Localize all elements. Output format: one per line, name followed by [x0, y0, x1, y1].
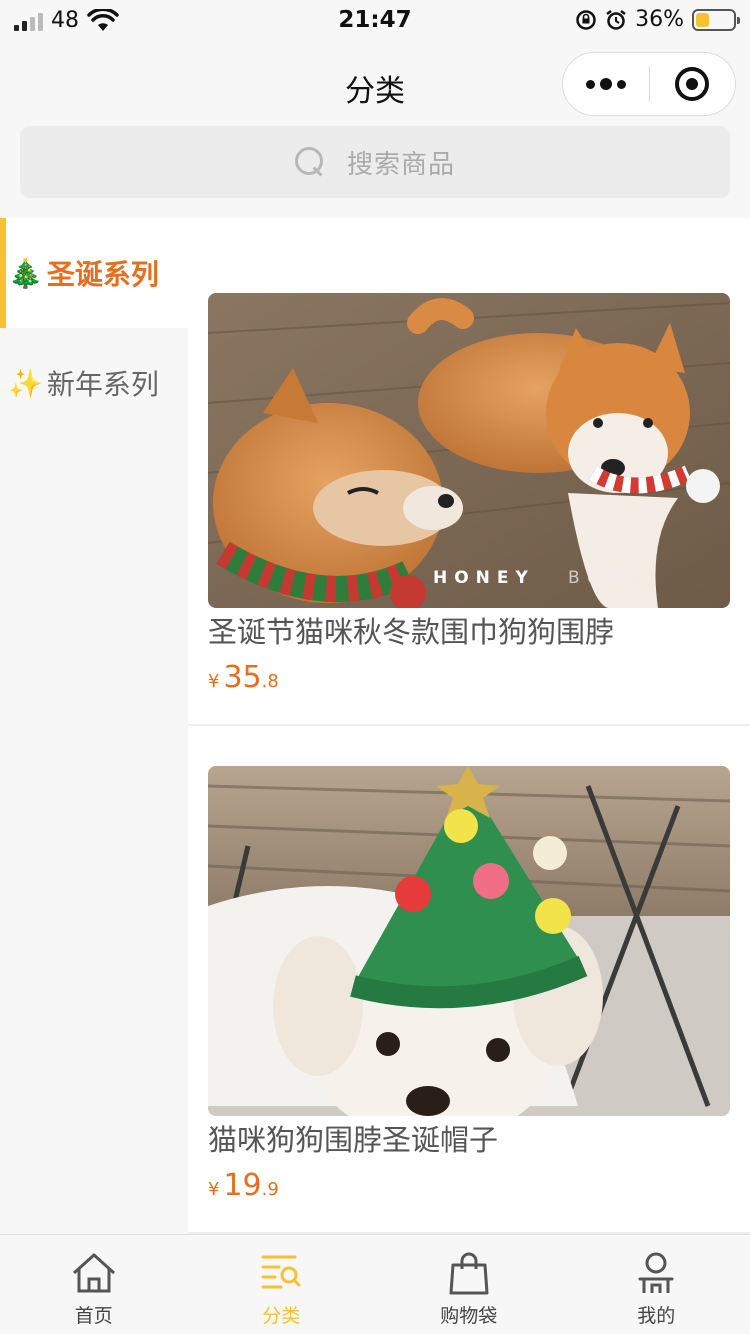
tab-profile[interactable]: 我的 — [563, 1235, 750, 1334]
product-price: ¥ 19 .9 — [208, 1168, 750, 1203]
product-image[interactable] — [208, 766, 730, 1116]
nav-bar: 分类 — [0, 44, 750, 124]
target-icon — [675, 67, 710, 101]
tab-category[interactable]: 分类 — [188, 1235, 376, 1334]
home-icon — [72, 1253, 115, 1293]
product-card[interactable]: 猫咪狗狗围脖圣诞帽子 ¥ 19 .9 — [188, 726, 750, 1234]
christmas-tree-icon: 🎄 — [8, 256, 43, 290]
category-icon — [261, 1255, 301, 1289]
price-decimal: .8 — [261, 671, 279, 692]
price-integer: 19 — [223, 1168, 262, 1203]
product-name[interactable]: 圣诞节猫咪秋冬款围巾狗狗围脖 — [208, 614, 750, 650]
battery-icon — [692, 8, 740, 31]
shopping-bag-icon — [449, 1252, 489, 1295]
battery-level — [696, 12, 709, 27]
tab-label: 购物袋 — [440, 1305, 498, 1327]
tab-shopping-bag[interactable]: 购物袋 — [375, 1235, 563, 1334]
tab-bar: 首页 分类 购物袋 我的 — [0, 1234, 750, 1334]
product-image[interactable]: HONEY BUNNY — [208, 293, 730, 608]
product-card[interactable]: HONEY BUNNY 圣诞节猫咪秋冬款围巾狗狗围脖 ¥ 35 .8 — [188, 218, 750, 726]
sparkles-icon: ✨ — [8, 366, 43, 400]
more-options-button[interactable] — [563, 53, 649, 115]
search-bar[interactable]: 搜索商品 — [20, 126, 730, 198]
shiba-dogs-photo: HONEY BUNNY — [208, 293, 730, 608]
currency-symbol: ¥ — [208, 1179, 220, 1200]
sidebar-item-christmas[interactable]: 🎄 圣诞系列 — [0, 218, 188, 328]
tab-label: 首页 — [74, 1305, 113, 1327]
price-decimal: .9 — [261, 1179, 279, 1200]
product-list: HONEY BUNNY 圣诞节猫咪秋冬款围巾狗狗围脖 ¥ 35 .8 猫咪狗狗围… — [188, 218, 750, 1234]
mini-program-capsule — [562, 52, 736, 116]
tab-home[interactable]: 首页 — [0, 1235, 188, 1334]
search-icon — [294, 147, 325, 177]
orientation-lock-icon — [576, 9, 596, 30]
more-dots-icon — [585, 78, 626, 90]
tab-label: 我的 — [637, 1305, 676, 1327]
tab-label: 分类 — [262, 1305, 301, 1327]
price-integer: 35 — [223, 660, 262, 695]
product-price: ¥ 35 .8 — [208, 660, 750, 695]
battery-percentage: 36% — [635, 7, 684, 32]
status-right: 36% — [575, 7, 740, 32]
sidebar-item-label: 新年系列 — [46, 368, 159, 401]
alarm-icon — [606, 9, 626, 30]
close-mini-program-button[interactable] — [650, 53, 736, 115]
profile-icon — [638, 1252, 674, 1293]
watermark-bunny: BUNNY — [568, 568, 663, 588]
sidebar-item-new-year[interactable]: ✨ 新年系列 — [0, 328, 188, 438]
dog-christmas-hat-photo — [208, 766, 730, 1116]
watermark-honey: HONEY — [433, 568, 535, 588]
currency-symbol: ¥ — [208, 671, 220, 692]
status-bar: 48 21:47 36% — [0, 0, 750, 44]
product-name[interactable]: 猫咪狗狗围脖圣诞帽子 — [208, 1122, 750, 1158]
category-sidebar: 🎄 圣诞系列 ✨ 新年系列 — [0, 218, 188, 1234]
sidebar-item-label: 圣诞系列 — [46, 258, 159, 291]
search-placeholder: 搜索商品 — [346, 149, 455, 180]
